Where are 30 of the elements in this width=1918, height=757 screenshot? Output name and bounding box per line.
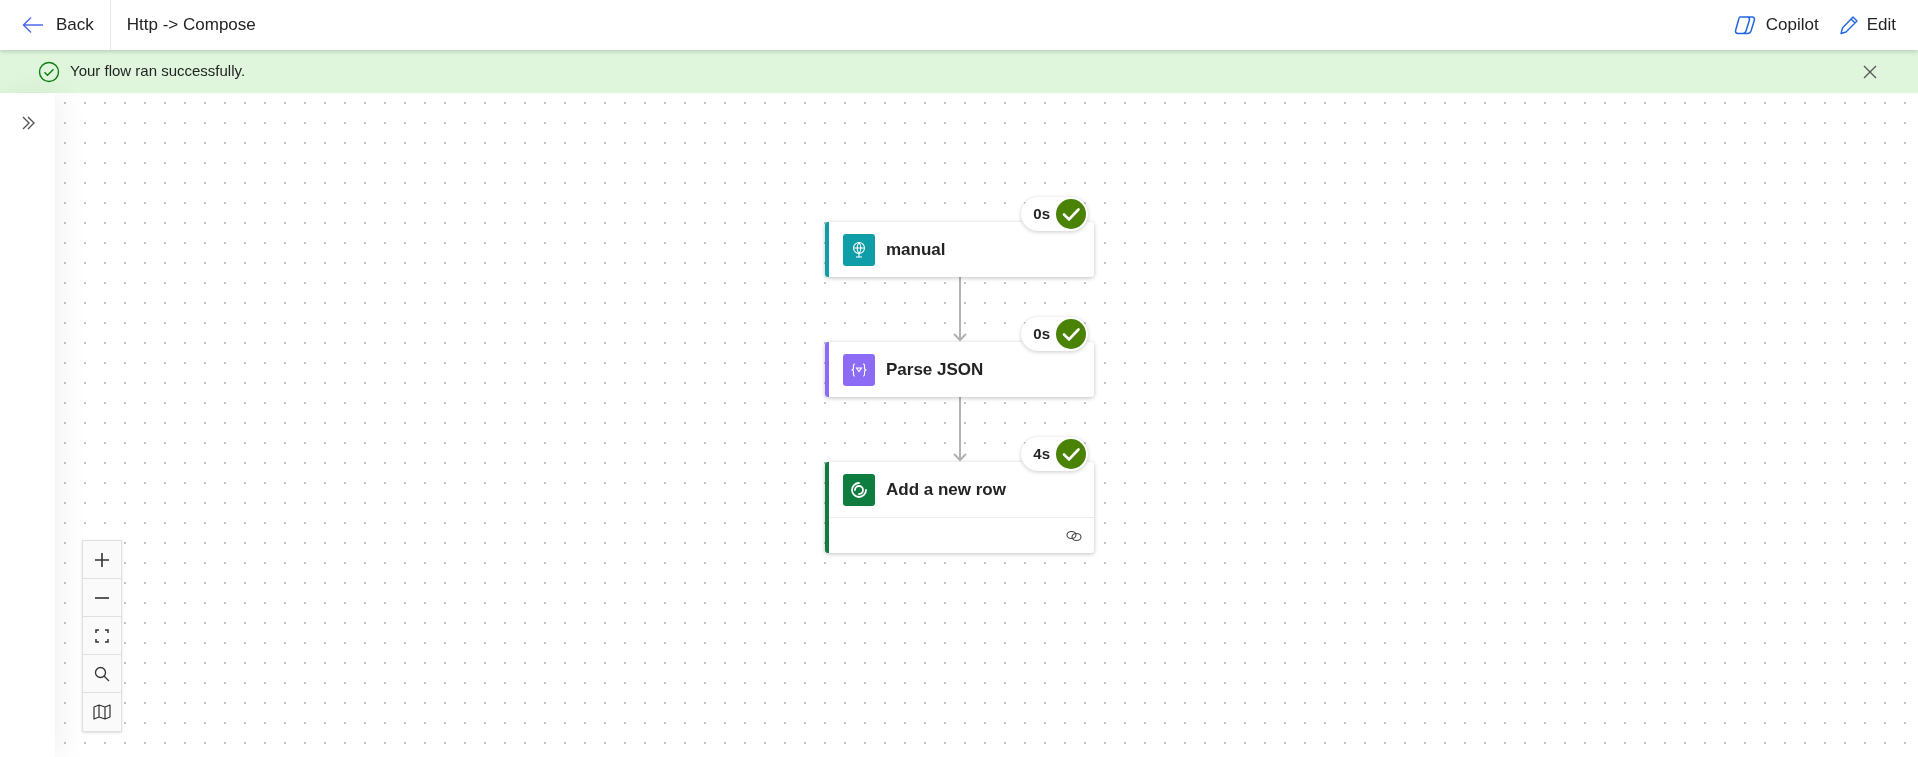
flow-title: Http -> Compose xyxy=(125,14,256,37)
duration-label: 0s xyxy=(1033,203,1050,224)
plus-icon xyxy=(94,551,110,568)
fit-view-icon xyxy=(95,628,109,643)
connector-arrow xyxy=(951,277,968,342)
action-title: Add a new row xyxy=(886,478,1006,501)
copilot-icon xyxy=(1733,14,1758,36)
action-card[interactable]: Parse JSON xyxy=(825,342,1094,397)
connector-arrow xyxy=(951,397,968,462)
braces-icon xyxy=(850,362,868,377)
swirl-icon xyxy=(849,479,869,500)
action-title: manual xyxy=(886,238,946,261)
back-button[interactable]: Back xyxy=(0,0,110,50)
banner-message: Your flow ran successfully. xyxy=(70,61,246,82)
link-icon xyxy=(1066,529,1082,542)
duration-label: 4s xyxy=(1033,443,1050,464)
search-icon xyxy=(94,665,110,682)
close-icon xyxy=(1863,64,1877,79)
map-icon xyxy=(93,704,111,720)
action-title: Parse JSON xyxy=(886,358,984,381)
success-check-icon xyxy=(38,60,60,83)
back-arrow-icon xyxy=(22,16,44,34)
action-card[interactable]: manual xyxy=(825,222,1094,277)
action-card[interactable]: Add a new row xyxy=(825,462,1094,553)
pencil-icon xyxy=(1838,15,1859,35)
globe-icon xyxy=(851,240,867,259)
duration-label: 0s xyxy=(1033,323,1050,344)
copilot-button[interactable]: Copilot xyxy=(1733,12,1819,38)
edit-button[interactable]: Edit xyxy=(1838,12,1896,38)
minus-icon xyxy=(94,595,110,600)
